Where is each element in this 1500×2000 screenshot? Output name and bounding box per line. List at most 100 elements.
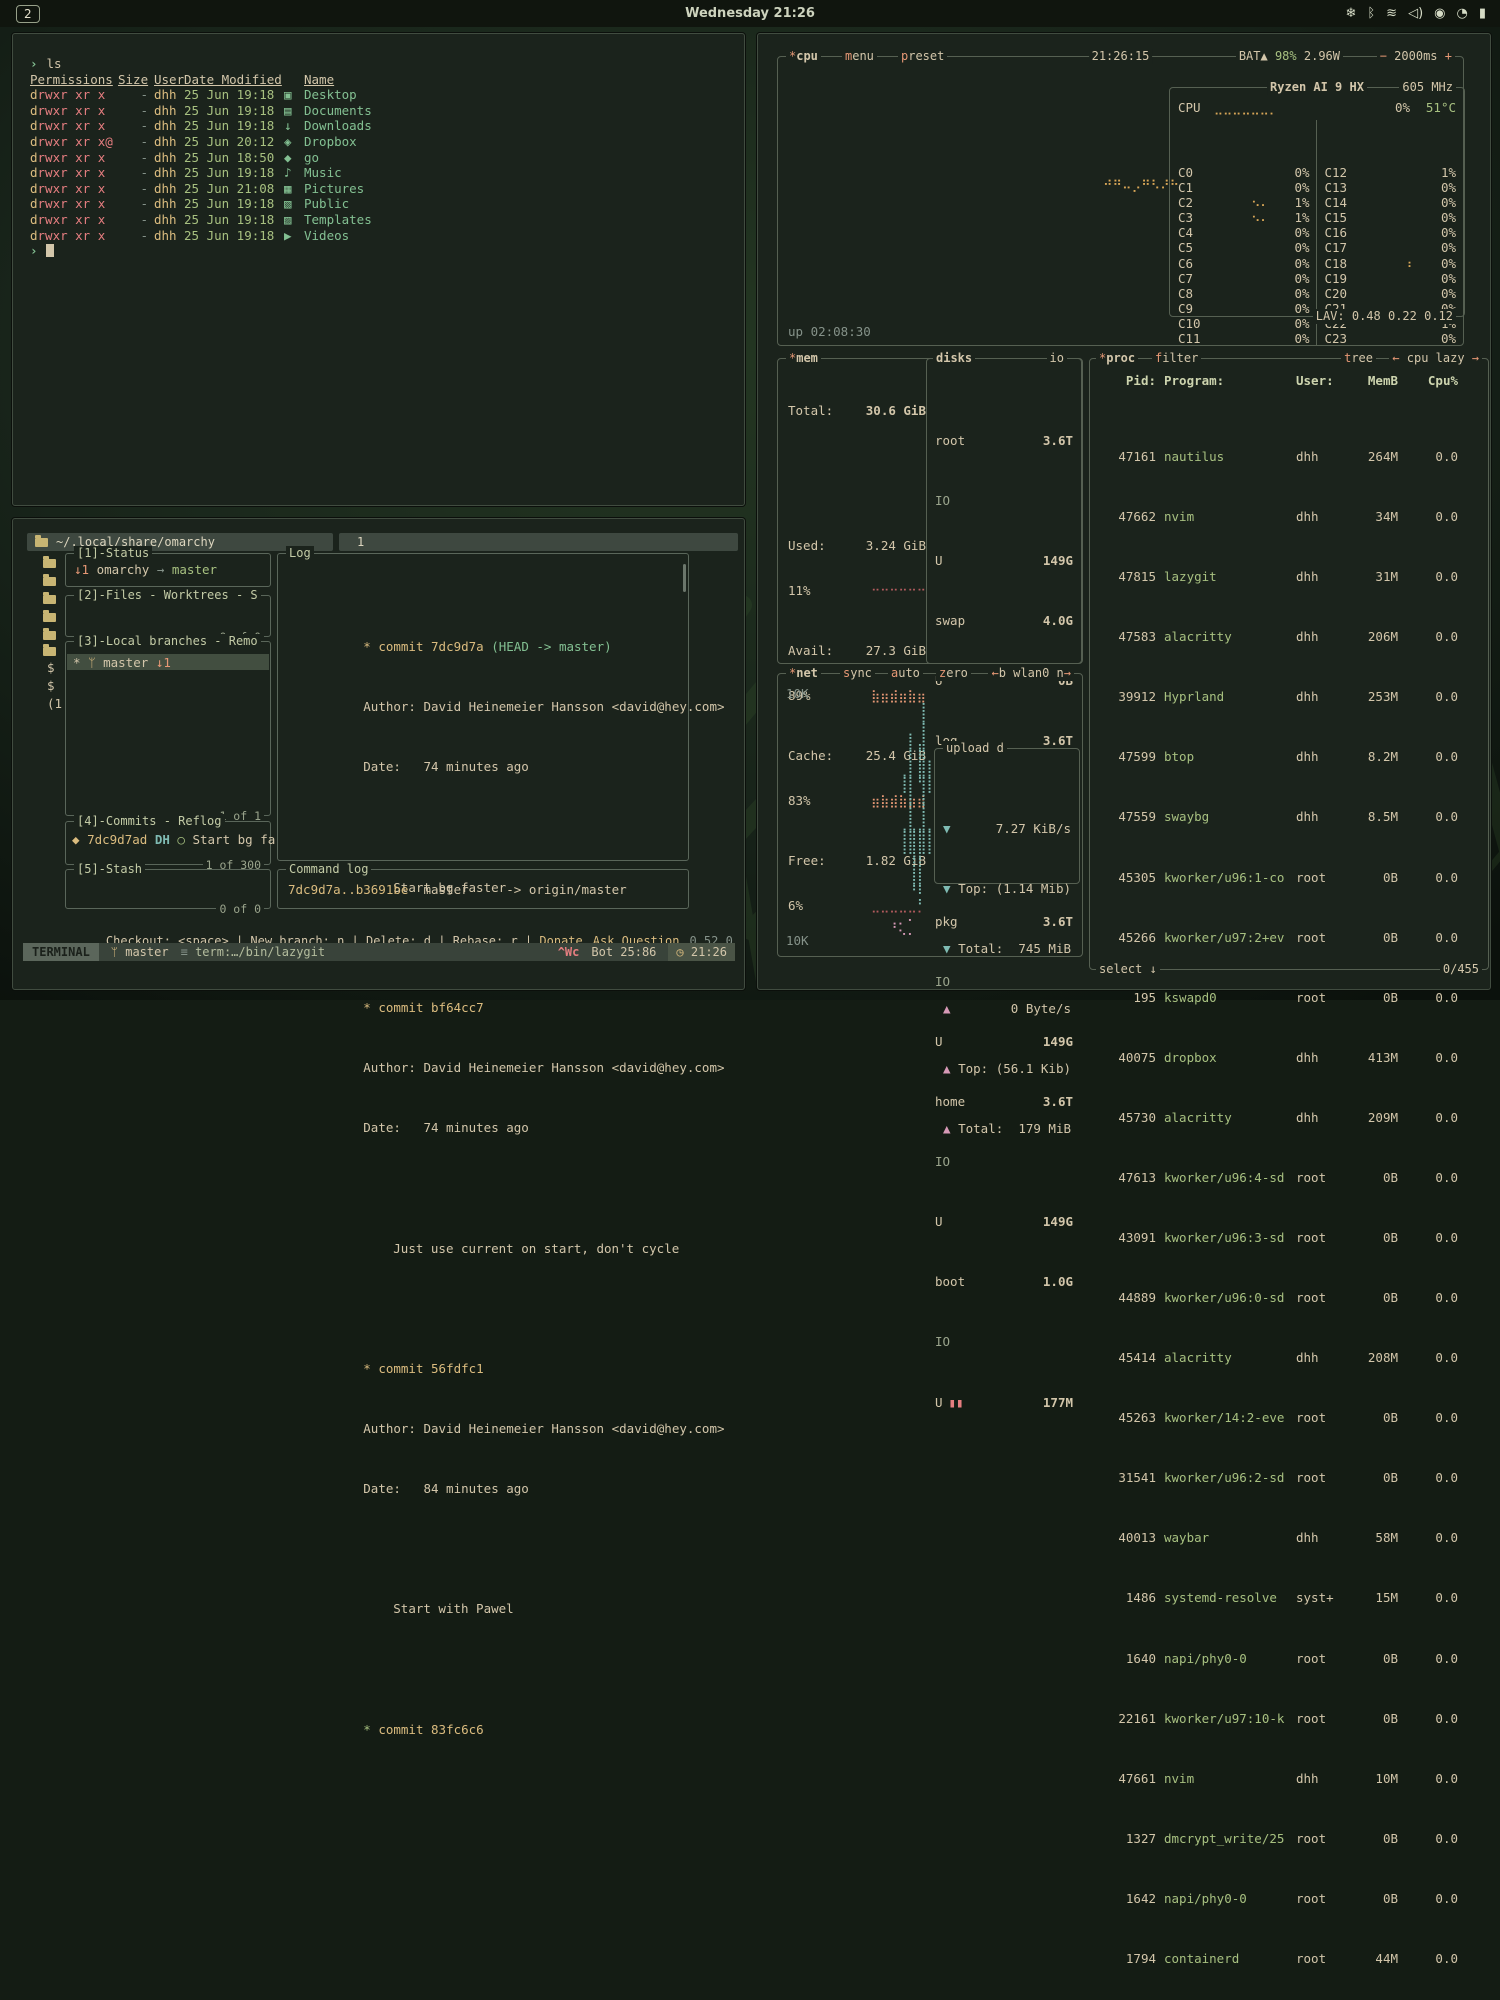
select-hint[interactable]: select ↓ xyxy=(1096,962,1160,977)
core-row: C3⠢⠄1% xyxy=(1178,210,1310,225)
header-user[interactable]: User: xyxy=(1296,373,1344,388)
commit-row[interactable]: ◆ 7dc9d7ad DH ○ Start bg fa xyxy=(72,832,275,847)
program: kworker/u97:2+ev xyxy=(1164,930,1296,945)
program: alacritty xyxy=(1164,1110,1296,1125)
log-panel[interactable]: Log * commit 7dc9d7a (HEAD -> master) Au… xyxy=(277,553,689,861)
folder-icon[interactable] xyxy=(43,595,56,604)
net-stat-value: 7.27 KiB/s xyxy=(959,821,1071,836)
user: root xyxy=(1296,1170,1344,1185)
process-row[interactable]: 47559 swaybg dhh 8.5M 0.0 xyxy=(1098,809,1484,824)
process-row[interactable]: 45730 alacritty dhh 209M 0.0 xyxy=(1098,1110,1484,1125)
core-row: C10% xyxy=(1178,180,1310,195)
auto-button[interactable]: auto xyxy=(888,666,923,681)
folder-icon[interactable] xyxy=(43,631,56,640)
folder-icon[interactable] xyxy=(43,577,56,586)
program: systemd-resolve xyxy=(1164,1590,1296,1605)
user: root xyxy=(1296,1410,1344,1425)
filter-button[interactable]: filter xyxy=(1152,351,1201,366)
process-row[interactable]: 1640 napi/phy0-0 root 0B 0.0 xyxy=(1098,1651,1484,1666)
volume-icon[interactable]: ◁) xyxy=(1408,6,1423,21)
branch-icon: ᛘ xyxy=(111,945,118,959)
battery-status: BAT▲ 98% 2.96W xyxy=(1236,49,1343,64)
tab-1[interactable]: 1 xyxy=(347,535,364,549)
folder-icon: ▨ xyxy=(284,212,304,228)
owner: dhh xyxy=(148,150,184,166)
mem-total-row: Total:30.6 GiB xyxy=(788,403,926,418)
prev-sort-button[interactable]: ← xyxy=(1392,351,1399,365)
process-row[interactable]: 40013 waybar dhh 58M 0.0 xyxy=(1098,1530,1484,1545)
wifi-icon[interactable]: ≋ xyxy=(1386,6,1397,21)
owner: dhh xyxy=(148,87,184,103)
interval-minus-button[interactable]: − xyxy=(1380,49,1387,63)
header-cpu[interactable]: Cpu% xyxy=(1398,373,1458,388)
header-program[interactable]: Program: xyxy=(1164,373,1296,388)
user-icon[interactable]: ◔ xyxy=(1457,6,1468,21)
permissions: drwxr xr x xyxy=(30,87,105,103)
process-row[interactable]: 1327 dmcrypt_write/25 root 0B 0.0 xyxy=(1098,1831,1484,1846)
stash-panel[interactable]: [5]-Stash 0 of 0 xyxy=(65,869,271,909)
process-row[interactable]: 1642 napi/phy0-0 root 0B 0.0 xyxy=(1098,1891,1484,1906)
branches-panel[interactable]: [3]-Local branches - Remo * ᛘ master ↓1 … xyxy=(65,641,271,816)
status-panel[interactable]: [1]-Status ↓1 omarchy → master xyxy=(65,553,271,587)
snowflake-icon[interactable]: ❄ xyxy=(1345,6,1356,21)
cpu-core-box: Ryzen AI 9 HX 605 MHz CPU ⣀⣀⣀⣀⣀⣀⡀ 0% 51°… xyxy=(1169,87,1465,317)
user: root xyxy=(1296,1290,1344,1305)
process-row[interactable]: 1486 systemd-resolve syst+ 15M 0.0 xyxy=(1098,1590,1484,1605)
commits-panel[interactable]: [4]-Commits - Reflog ◆ 7dc9d7ad DH ○ Sta… xyxy=(65,821,271,865)
zero-button[interactable]: zero xyxy=(936,666,971,681)
next-sort-button[interactable]: → xyxy=(1472,351,1479,365)
process-row[interactable]: 39912 Hyprland dhh 253M 0.0 xyxy=(1098,689,1484,704)
battery-icon[interactable]: ▮ xyxy=(1479,6,1486,21)
process-row[interactable]: 31541 kworker/u96:2-sd root 0B 0.0 xyxy=(1098,1470,1484,1485)
process-row[interactable]: 47815 lazygit dhh 31M 0.0 xyxy=(1098,569,1484,584)
process-row[interactable]: 47583 alacritty dhh 206M 0.0 xyxy=(1098,629,1484,644)
memory: 0B xyxy=(1344,1290,1398,1305)
header-pid[interactable]: Pid: xyxy=(1098,373,1156,388)
proc-header-row: Pid: Program: User: MemB Cpu% xyxy=(1098,373,1484,388)
bluetooth-icon[interactable]: ᛒ xyxy=(1367,6,1375,21)
net-box-title: *net xyxy=(786,666,821,681)
folder-icon[interactable] xyxy=(43,613,56,622)
process-row[interactable]: 47613 kworker/u96:4-sd root 0B 0.0 xyxy=(1098,1170,1484,1185)
gutter-line: $ xyxy=(47,677,62,695)
cpu-time: 21:26:15 xyxy=(1089,49,1153,64)
core-row: C110% xyxy=(1178,331,1310,346)
process-row[interactable]: 47161 nautilus dhh 264M 0.0 xyxy=(1098,449,1484,464)
process-row[interactable]: 47662 nvim dhh 34M 0.0 xyxy=(1098,509,1484,524)
log-line: Just use current on start, don't cycle xyxy=(288,1225,676,1240)
process-row[interactable]: 43091 kworker/u96:3-sd root 0B 0.0 xyxy=(1098,1230,1484,1245)
workspace-indicator[interactable]: 2 xyxy=(16,5,40,23)
process-row[interactable]: 1794 containerd root 44M 0.0 xyxy=(1098,1951,1484,1966)
process-row[interactable]: 45263 kworker/14:2-eve root 0B 0.0 xyxy=(1098,1410,1484,1425)
cpu-percent: 0.0 xyxy=(1398,509,1458,524)
cpu-percent: 0.0 xyxy=(1398,809,1458,824)
prev-device-button[interactable]: ← xyxy=(991,666,998,680)
tree-button[interactable]: tree xyxy=(1341,351,1376,366)
process-row[interactable]: 22161 kworker/u97:10-k root 0B 0.0 xyxy=(1098,1711,1484,1726)
io-mode-button[interactable]: io xyxy=(1047,351,1067,366)
process-row[interactable]: 47599 btop dhh 8.2M 0.0 xyxy=(1098,749,1484,764)
process-row[interactable]: 47661 nvim dhh 10M 0.0 xyxy=(1098,1771,1484,1786)
header-mem[interactable]: MemB xyxy=(1344,373,1398,388)
process-row[interactable]: 195 kswapd0 root 0B 0.0 xyxy=(1098,990,1484,1005)
selected-branch-row[interactable]: * ᛘ master ↓1 xyxy=(67,654,269,670)
sync-button[interactable]: sync xyxy=(840,666,875,681)
folder-icon[interactable] xyxy=(43,647,56,656)
process-row[interactable]: 44889 kworker/u96:0-sd root 0B 0.0 xyxy=(1098,1290,1484,1305)
user: root xyxy=(1296,990,1344,1005)
process-row[interactable]: 45266 kworker/u97:2+ev root 0B 0.0 xyxy=(1098,930,1484,945)
preset-button[interactable]: preset xyxy=(898,49,947,64)
next-device-button[interactable]: → xyxy=(1064,666,1071,680)
folder-icon[interactable] xyxy=(43,559,56,568)
menu-button[interactable]: menu xyxy=(842,49,877,64)
scale-top: 10K xyxy=(786,686,809,701)
process-row[interactable]: 45305 kworker/u96:1-co root 0B 0.0 xyxy=(1098,870,1484,885)
log-scrollbar[interactable] xyxy=(683,564,686,592)
graph-node: * xyxy=(363,1722,371,1737)
disk-label: swap xyxy=(935,613,965,628)
files-panel[interactable]: [2]-Files - Worktrees - S 0 of 0 xyxy=(65,595,271,637)
interval-plus-button[interactable]: + xyxy=(1445,49,1452,63)
record-icon[interactable]: ◉ xyxy=(1434,6,1445,21)
process-row[interactable]: 45414 alacritty dhh 208M 0.0 xyxy=(1098,1350,1484,1365)
process-row[interactable]: 40075 dropbox dhh 413M 0.0 xyxy=(1098,1050,1484,1065)
